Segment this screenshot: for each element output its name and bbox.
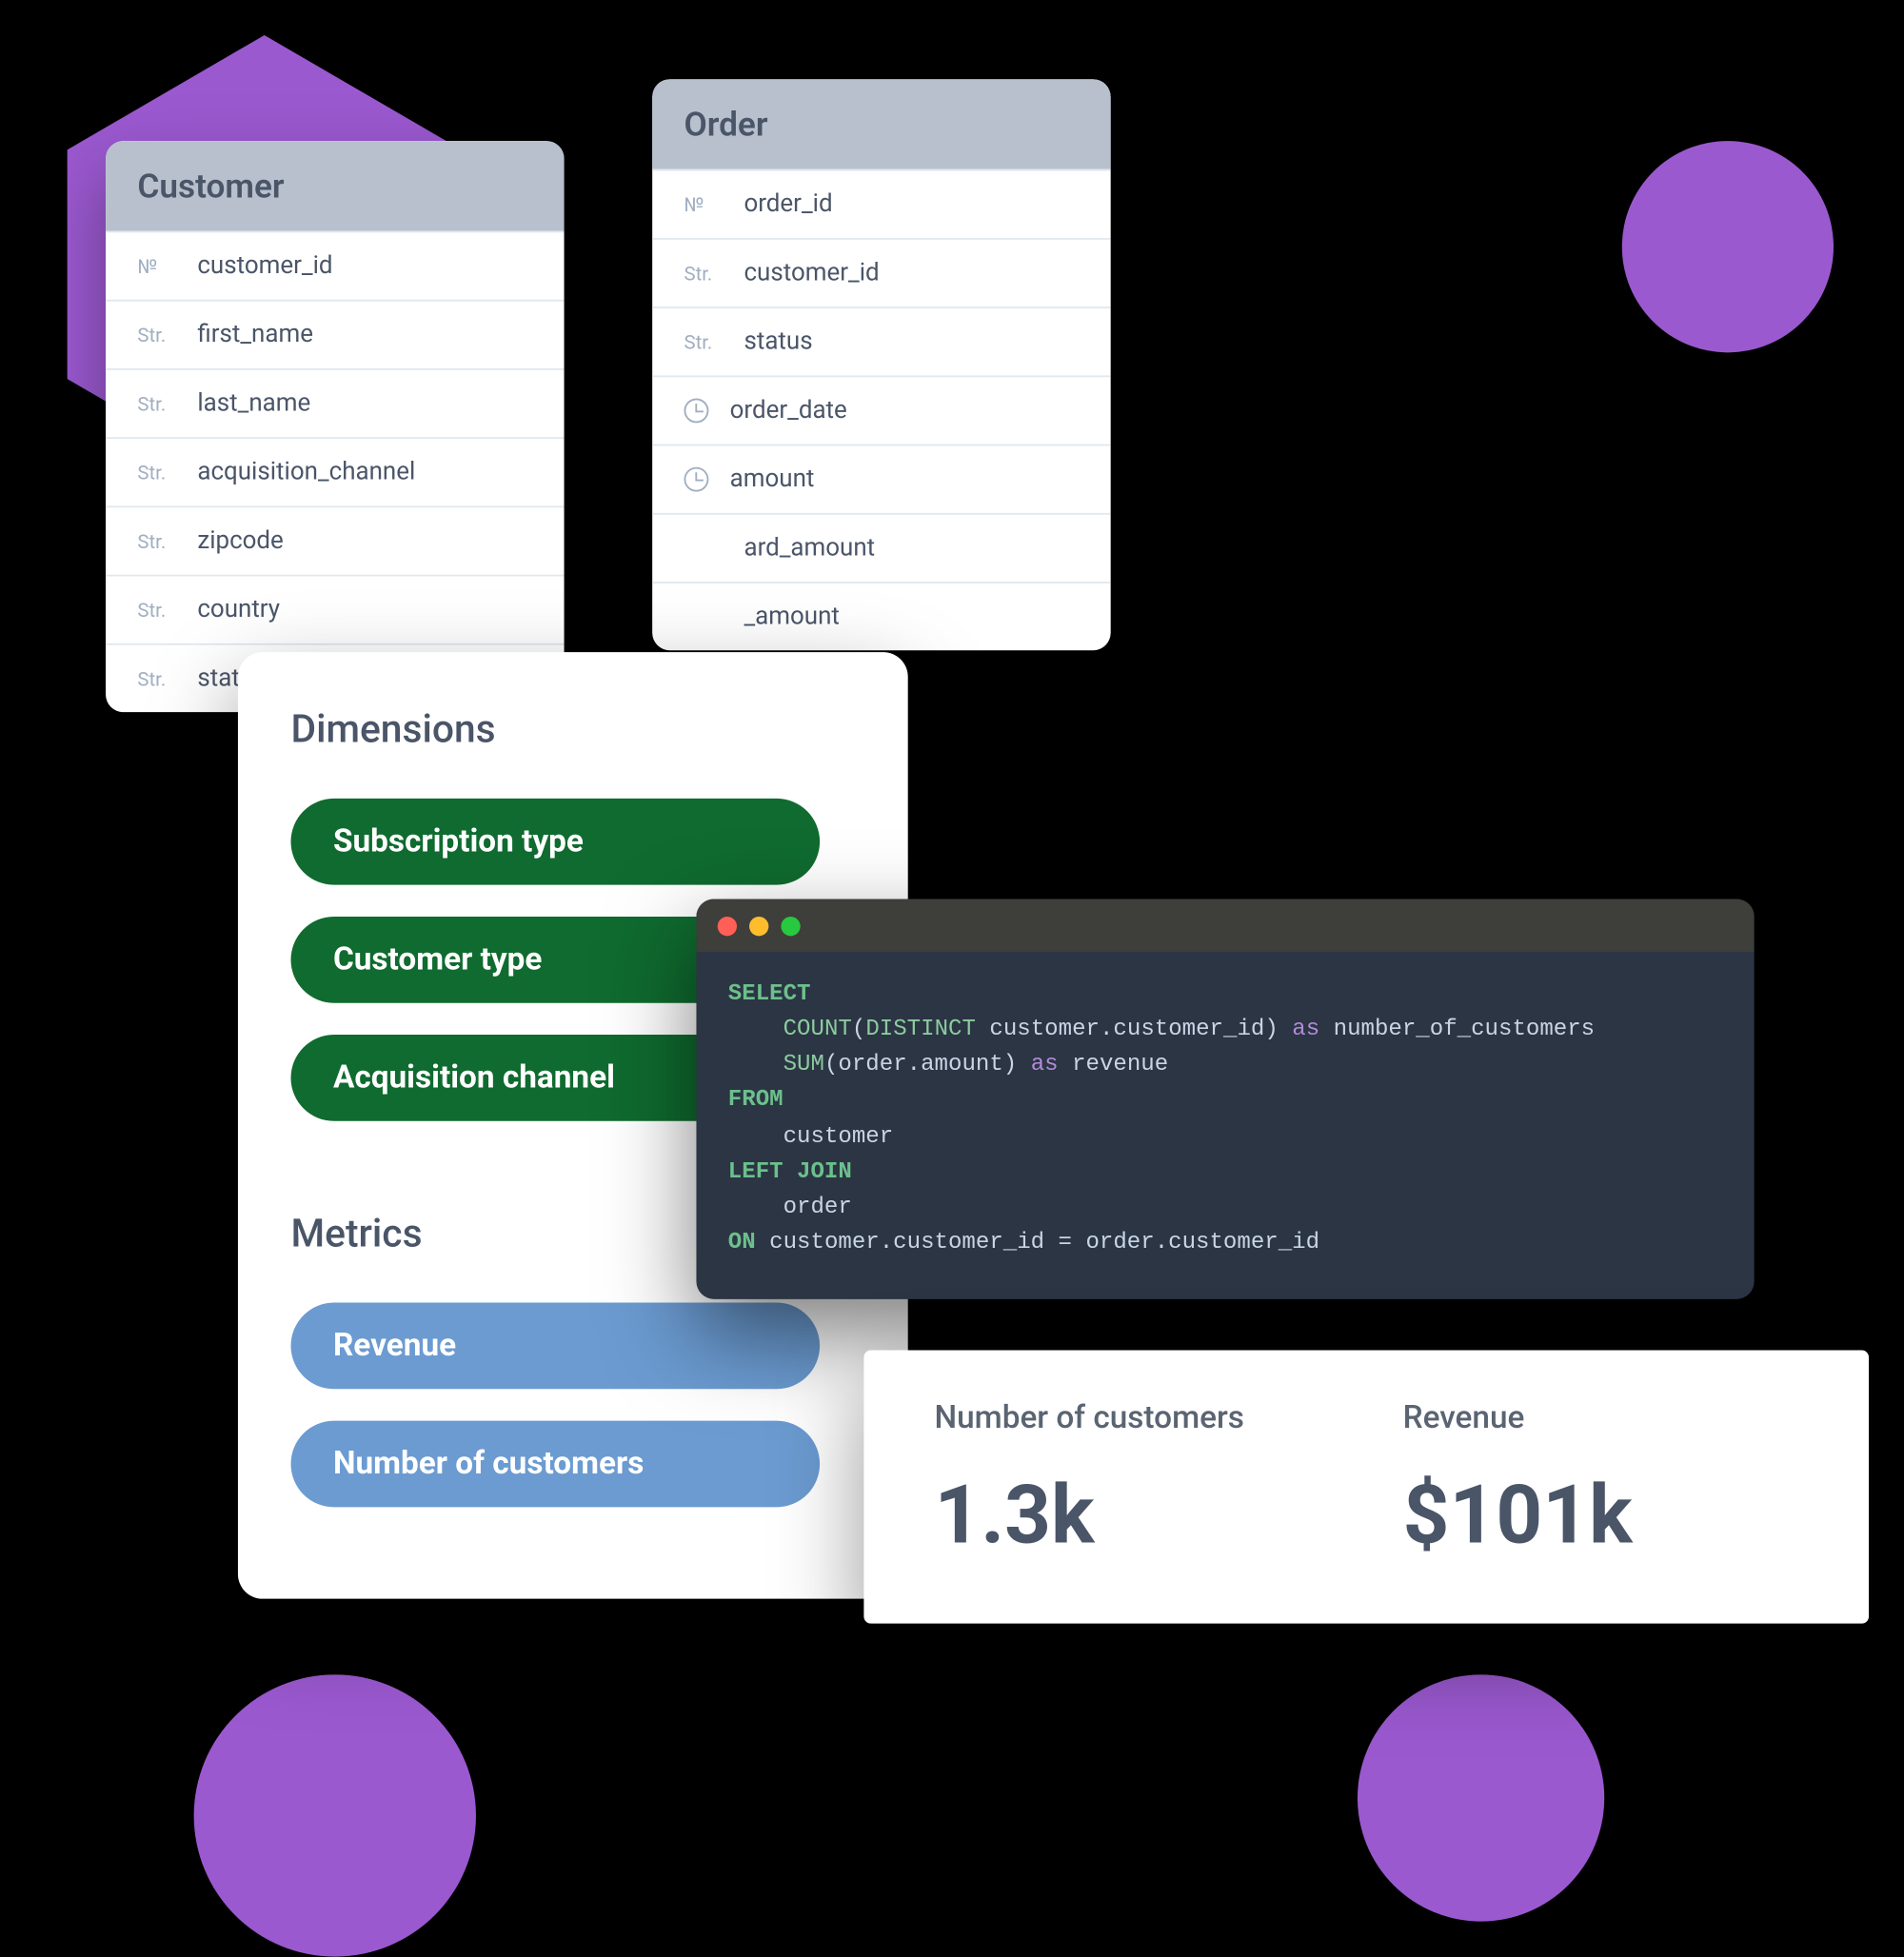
metric-pill[interactable]: Revenue bbox=[290, 1303, 820, 1390]
field-type-icon: № bbox=[137, 255, 176, 278]
field-name: customer_id bbox=[744, 259, 879, 287]
decorative-circle bbox=[194, 1674, 476, 1956]
field-type-icon: № bbox=[684, 193, 723, 216]
stat-revenue: Revenue $101k bbox=[1403, 1399, 1633, 1563]
schema-field-row: Str. zipcode bbox=[106, 505, 565, 574]
dimensions-heading: Dimensions bbox=[238, 698, 908, 784]
schema-field-row: № order_id bbox=[652, 169, 1111, 238]
schema-table-title: Customer bbox=[106, 141, 565, 230]
schema-table-order: Order № order_id Str. customer_id Str. status… bbox=[652, 79, 1111, 650]
stat-label: Revenue bbox=[1403, 1399, 1633, 1436]
field-type-icon bbox=[684, 398, 708, 423]
field-name: _amount bbox=[744, 603, 839, 631]
field-type-icon: Str. bbox=[684, 262, 723, 285]
schema-field-row: № customer_id bbox=[106, 231, 565, 300]
schema-field-row: order_date bbox=[652, 375, 1111, 444]
field-name: zipcode bbox=[197, 527, 283, 556]
field-name: amount bbox=[730, 465, 815, 494]
window-zoom-icon[interactable] bbox=[781, 916, 800, 935]
summary-stats-card: Number of customers 1.3k Revenue $101k bbox=[863, 1351, 1869, 1624]
window-close-icon[interactable] bbox=[718, 916, 737, 935]
metric-pill[interactable]: Number of customers bbox=[290, 1421, 820, 1508]
schema-table-title: Order bbox=[652, 79, 1111, 168]
dimension-pill[interactable]: Subscription type bbox=[290, 799, 820, 885]
stat-label: Number of customers bbox=[934, 1399, 1243, 1436]
field-name: status bbox=[744, 327, 812, 356]
decorative-circle bbox=[1622, 141, 1834, 352]
field-name: ard_amount bbox=[744, 534, 875, 563]
field-type-icon: Str. bbox=[137, 599, 176, 622]
field-type-icon: Str. bbox=[137, 667, 176, 690]
schema-field-list: №customer_idStr.first_nameStr.last_nameS… bbox=[106, 231, 565, 713]
field-name: customer_id bbox=[197, 252, 332, 281]
field-name: country bbox=[197, 596, 280, 624]
schema-field-row: Str. status bbox=[652, 306, 1111, 375]
schema-field-row: Str. country bbox=[106, 575, 565, 643]
schema-field-row: Str. first_name bbox=[106, 300, 565, 368]
field-type-icon: Str. bbox=[137, 324, 176, 346]
schema-field-row: amount bbox=[652, 445, 1111, 513]
schema-field-row: _amount bbox=[652, 582, 1111, 650]
decorative-circle bbox=[1358, 1674, 1604, 1921]
schema-field-row: ard_amount bbox=[652, 513, 1111, 582]
field-type-icon bbox=[684, 467, 708, 492]
schema-field-row: Str. acquisition_channel bbox=[106, 437, 565, 505]
sql-terminal: SELECT COUNT(DISTINCT customer.customer_… bbox=[696, 899, 1754, 1299]
field-type-icon: Str. bbox=[137, 529, 176, 552]
schema-table-customer: Customer № customer_id Str. first_name Str. l… bbox=[106, 141, 565, 712]
stat-value: $101k bbox=[1403, 1469, 1633, 1564]
sql-code: SELECT COUNT(DISTINCT customer.customer_… bbox=[696, 952, 1754, 1299]
stat-value: 1.3k bbox=[934, 1469, 1243, 1564]
field-name: last_name bbox=[197, 389, 310, 418]
schema-field-list: № order_id Str. customer_id Str. status order_… bbox=[652, 169, 1111, 651]
field-name: acquisition_channel bbox=[197, 458, 415, 486]
field-name: order_id bbox=[744, 190, 832, 219]
schema-field-row: Str. customer_id bbox=[652, 238, 1111, 306]
field-name: first_name bbox=[197, 321, 313, 349]
schema-field-row: Str. last_name bbox=[106, 368, 565, 437]
window-minimize-icon[interactable] bbox=[749, 916, 768, 935]
field-type-icon: Str. bbox=[137, 461, 176, 484]
field-type-icon: Str. bbox=[137, 392, 176, 415]
terminal-titlebar bbox=[696, 899, 1754, 952]
stat-customers: Number of customers 1.3k bbox=[934, 1399, 1243, 1563]
field-type-icon: Str. bbox=[684, 330, 723, 353]
field-name: order_date bbox=[730, 397, 847, 425]
